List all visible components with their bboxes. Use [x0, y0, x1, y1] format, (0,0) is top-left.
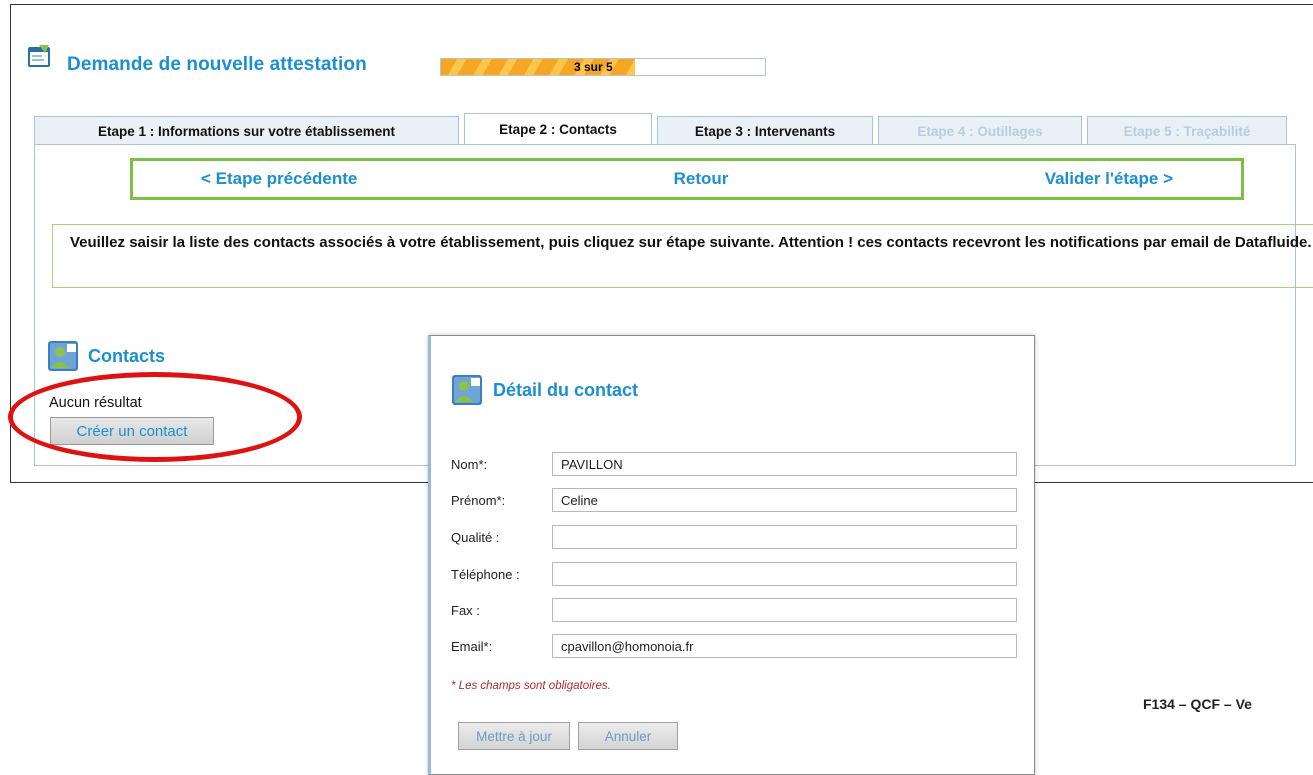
- document-icon: [25, 43, 53, 71]
- form-row-qualite: Qualité :: [451, 524, 1017, 550]
- fax-field[interactable]: [552, 598, 1017, 622]
- page-title: Demande de nouvelle attestation: [67, 54, 367, 75]
- page-header: Demande de nouvelle attestation: [25, 45, 367, 82]
- field-label: Fax :: [451, 602, 480, 618]
- contacts-section-header: Contacts: [47, 340, 165, 372]
- telephone-field[interactable]: [552, 562, 1017, 586]
- document-reference: F134 – QCF – Ve: [1143, 696, 1252, 712]
- tab-step-1[interactable]: Etape 1 : Informations sur votre établis…: [34, 116, 459, 145]
- form-row-telephone: Téléphone :: [451, 561, 1017, 587]
- dialog-title: Détail du contact: [493, 379, 639, 400]
- field-label: Qualité :: [451, 529, 500, 545]
- qualite-field[interactable]: [552, 525, 1017, 549]
- instructions-notice: Veuillez saisir la liste des contacts as…: [52, 224, 1313, 288]
- field-label: Téléphone :: [451, 566, 520, 582]
- contact-icon: [451, 374, 483, 406]
- required-fields-note: * Les champs sont obligatoires.: [451, 680, 611, 692]
- no-result-text: Aucun résultat: [49, 395, 142, 411]
- tab-step-3[interactable]: Etape 3 : Intervenants: [657, 116, 873, 145]
- contacts-title: Contacts: [88, 345, 166, 366]
- dialog-header: Détail du contact: [451, 374, 638, 406]
- email-field[interactable]: [552, 634, 1017, 658]
- form-row-fax: Fax :: [451, 597, 1017, 623]
- tab-step-2[interactable]: Etape 2 : Contacts: [464, 113, 652, 145]
- tab-step-5: Etape 5 : Traçabilité: [1087, 116, 1287, 145]
- step-tabs: Etape 1 : Informations sur votre établis…: [34, 113, 1292, 145]
- contact-icon: [47, 340, 79, 372]
- progress-label: 3 sur 5: [574, 60, 613, 74]
- form-row-nom: Nom*:: [451, 451, 1017, 477]
- form-row-prenom: Prénom*:: [451, 487, 1017, 513]
- prenom-field[interactable]: [552, 488, 1017, 512]
- tab-step-4: Etape 4 : Outillages: [878, 116, 1082, 145]
- back-link[interactable]: Retour: [674, 169, 729, 189]
- create-contact-button[interactable]: Créer un contact: [50, 417, 214, 445]
- update-button[interactable]: Mettre à jour: [458, 722, 570, 750]
- validate-step-link[interactable]: Valider l'étape >: [1045, 169, 1173, 189]
- nom-field[interactable]: [552, 452, 1017, 476]
- previous-step-link[interactable]: < Etape précédente: [201, 169, 357, 189]
- cancel-button[interactable]: Annuler: [578, 722, 678, 750]
- form-row-email: Email*:: [451, 633, 1017, 659]
- field-label: Prénom*:: [451, 492, 506, 508]
- field-label: Nom*:: [451, 456, 488, 472]
- field-label: Email*:: [451, 638, 493, 654]
- step-navigation: < Etape précédente Retour Valider l'étap…: [130, 158, 1244, 200]
- contact-detail-dialog: Détail du contact Nom*: Prénom*: Qualité…: [428, 335, 1035, 775]
